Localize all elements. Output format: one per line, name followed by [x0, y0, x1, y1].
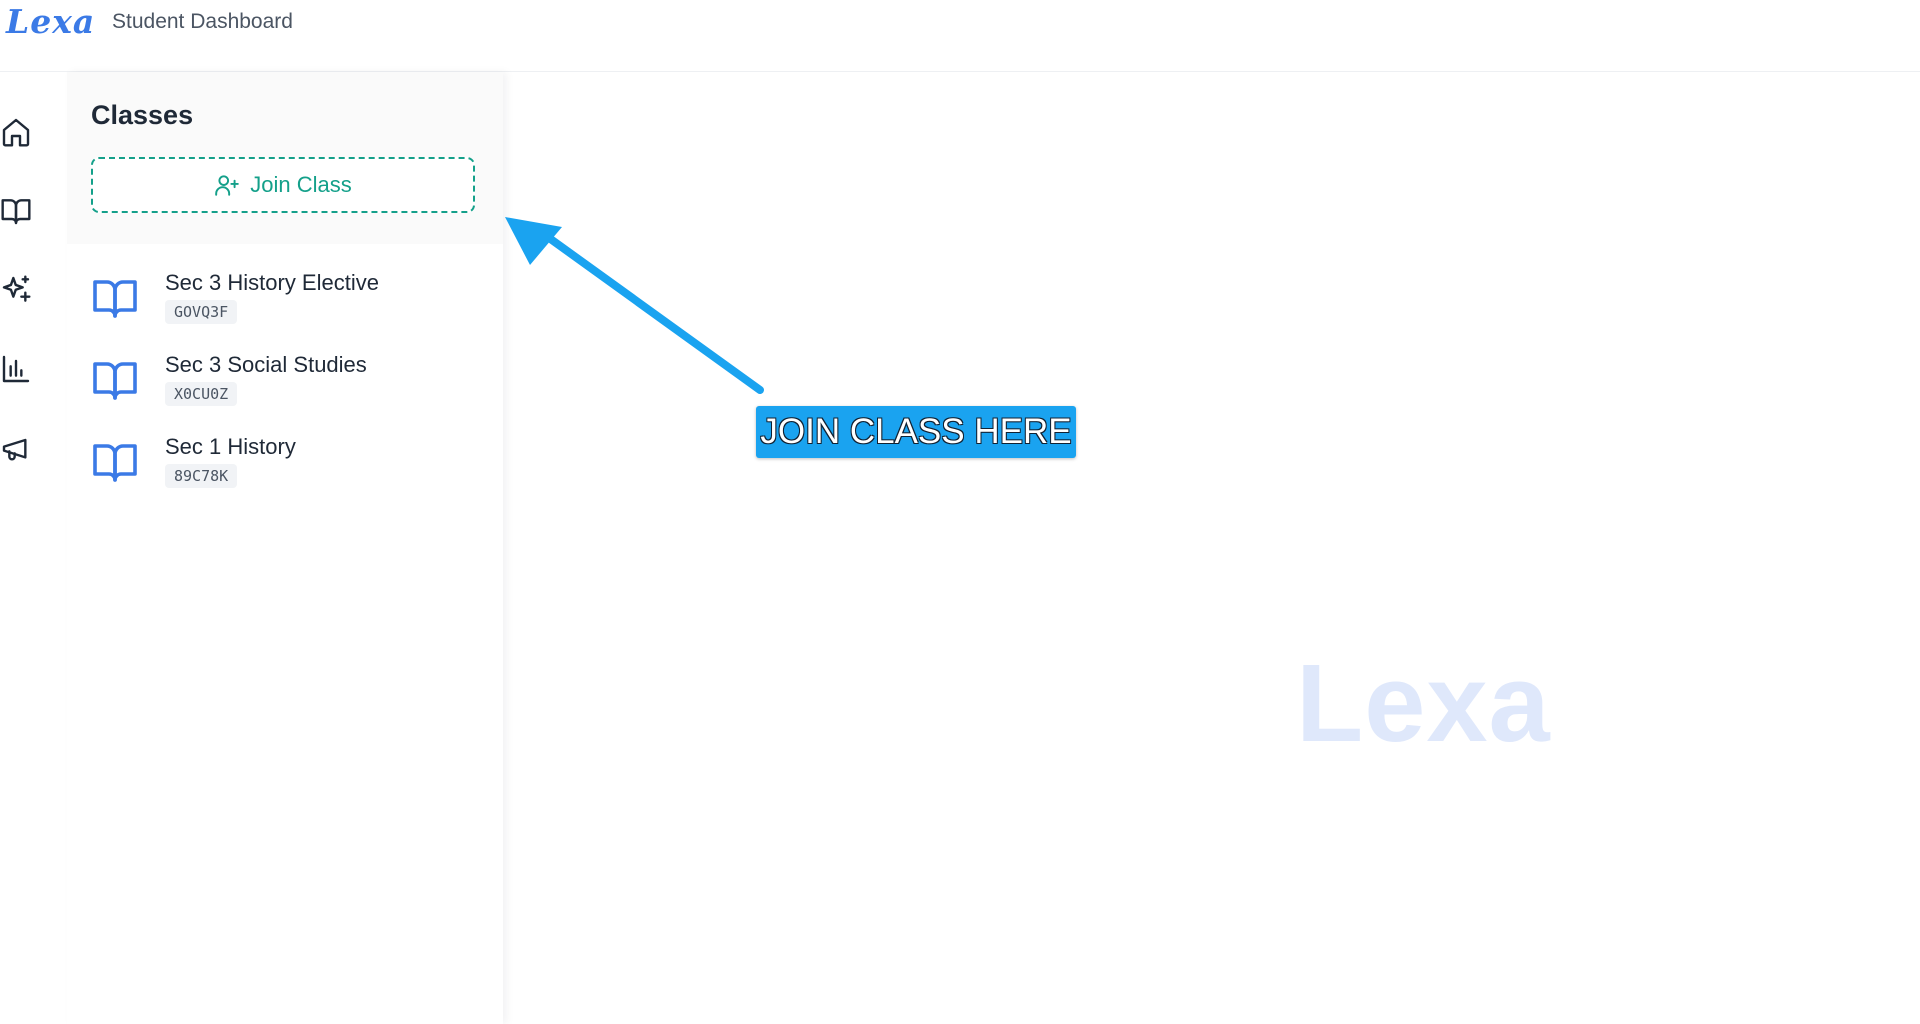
sparkles-icon[interactable]: [0, 274, 32, 306]
bar-chart-icon[interactable]: [0, 353, 32, 385]
book-icon: [93, 362, 137, 400]
classes-title: Classes: [91, 100, 194, 130]
annotation-arrow: [505, 217, 764, 394]
annotation-label: JOIN CLASS HERE: [760, 412, 1072, 451]
class-code: GOVQ3F: [165, 300, 238, 324]
home-icon[interactable]: [0, 116, 32, 148]
join-class-label: Join Class: [250, 172, 352, 197]
top-bar: Lexa Student Dashboard: [0, 0, 1920, 72]
annotation-callout: JOIN CLASS HERE: [756, 406, 1076, 458]
join-class-button[interactable]: Join Class: [91, 157, 475, 213]
book-icon: [93, 444, 137, 482]
book-icon: [93, 280, 137, 318]
class-code: 89C78K: [165, 464, 238, 488]
nav-rail: [0, 72, 66, 1024]
classes-panel: Classes Join Class Sec 3 History Electiv…: [67, 72, 503, 1024]
class-name: Sec 3 History Elective: [165, 270, 379, 295]
class-list-item[interactable]: Sec 3 History Elective GOVQ3F: [91, 268, 491, 338]
lexa-logo[interactable]: Lexa: [6, 2, 95, 41]
app-title: Student Dashboard: [112, 10, 293, 33]
user-plus-icon: [215, 175, 240, 196]
megaphone-icon[interactable]: [0, 432, 32, 464]
class-name: Sec 3 Social Studies: [165, 352, 367, 377]
book-icon[interactable]: [0, 195, 32, 227]
class-code: X0CU0Z: [165, 382, 238, 406]
class-list-item[interactable]: Sec 1 History 89C78K: [91, 432, 491, 502]
class-list-item[interactable]: Sec 3 Social Studies X0CU0Z: [91, 350, 491, 420]
lexa-watermark: Lexa: [1296, 642, 1551, 765]
class-name: Sec 1 History: [165, 434, 296, 459]
classes-panel-header: Classes Join Class: [67, 72, 503, 244]
